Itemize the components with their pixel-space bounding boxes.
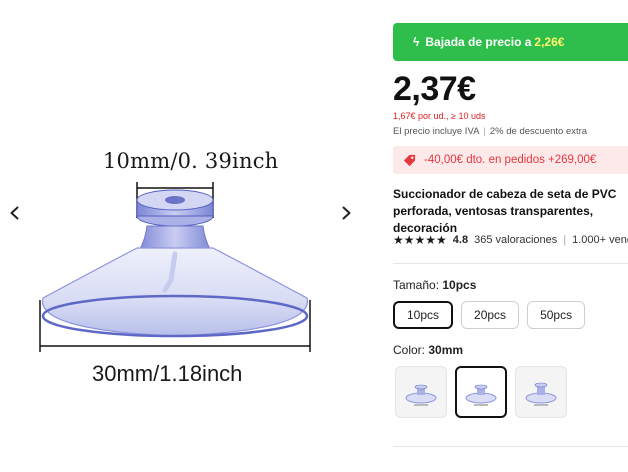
color-selected-value: 30mm xyxy=(428,343,464,357)
size-label-text: Tamaño: xyxy=(393,278,440,292)
tag-icon xyxy=(403,154,416,166)
coupon-banner[interactable]: -40,00€ dto. en pedidos +269,00€ xyxy=(393,146,628,174)
current-price: 2,37€ xyxy=(393,70,476,108)
color-option-thumbnail[interactable] xyxy=(455,366,507,418)
separator: | xyxy=(563,234,567,246)
divider xyxy=(393,263,628,264)
tax-note: El precio incluye IVA xyxy=(393,126,480,137)
color-option-thumbnail[interactable] xyxy=(395,366,447,418)
review-count[interactable]: 365 valoraciones xyxy=(474,234,557,246)
product-title: Succionador de cabeza de seta de PVC per… xyxy=(393,187,617,235)
product-info-panel: ϟ Bajada de precio a 2,26€ 2,37€ 1,67€ p… xyxy=(381,0,628,472)
size-option[interactable]: 50pcs xyxy=(527,301,586,329)
price-drop-amount: 2,26€ xyxy=(534,35,565,49)
unit-price: 1,67€ por ud., ≥ 10 uds xyxy=(393,111,486,121)
bolt-icon: ϟ xyxy=(413,35,420,49)
sold-count: 1.000+ vendidos xyxy=(572,234,628,246)
size-label: Tamaño: 10pcs xyxy=(393,278,476,292)
size-option[interactable]: 20pcs xyxy=(461,301,520,329)
rating-row[interactable]: ★★★★★ 4.8 365 valoraciones | 1.000+ vend… xyxy=(393,233,628,247)
chevron-right-icon[interactable] xyxy=(334,201,358,225)
star-rating-icon: ★★★★★ xyxy=(393,233,447,247)
product-gallery: 10mm/0. 39inch 30mm/1.18inch xyxy=(0,0,362,472)
extra-discount-note: 2% de descuento extra xyxy=(489,126,588,137)
rating-value: 4.8 xyxy=(452,234,469,246)
coupon-text: -40,00€ dto. en pedidos +269,00€ xyxy=(424,154,597,166)
product-image[interactable] xyxy=(25,130,325,390)
size-option[interactable]: 10pcs xyxy=(393,301,454,329)
chevron-left-icon[interactable] xyxy=(3,201,27,225)
price-drop-banner[interactable]: ϟ Bajada de precio a 2,26€ xyxy=(393,23,628,61)
color-option-thumbnail[interactable] xyxy=(515,366,567,418)
divider xyxy=(393,446,628,447)
dimension-bottom-label: 30mm/1.18inch xyxy=(92,361,243,386)
price-drop-label: Bajada de precio a xyxy=(425,35,532,49)
color-label-text: Color: xyxy=(393,343,426,357)
size-options: 10pcs 20pcs 50pcs xyxy=(393,301,586,329)
separator: | xyxy=(483,126,486,137)
tax-note-line: El precio incluye IVA | 2% de descuento ex… xyxy=(393,126,587,137)
color-label: Color: 30mm xyxy=(393,343,463,357)
color-options xyxy=(395,366,567,418)
size-selected-value: 10pcs xyxy=(442,278,477,292)
